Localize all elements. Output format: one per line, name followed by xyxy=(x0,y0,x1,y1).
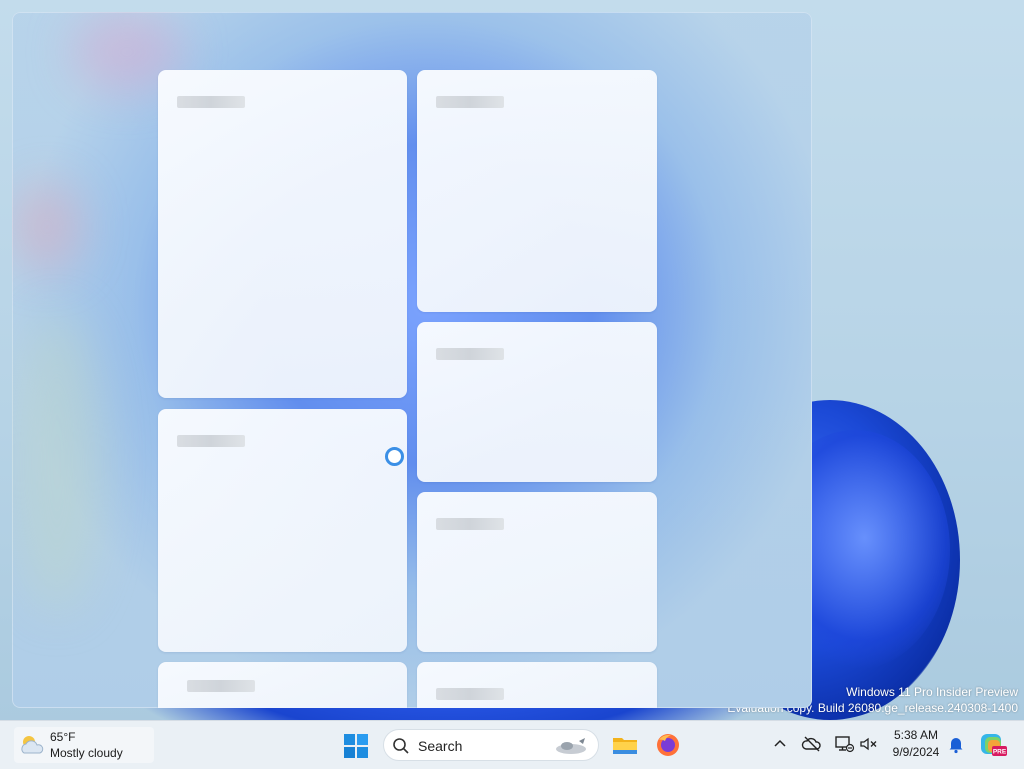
loading-spinner-icon xyxy=(385,447,404,466)
widget-card-loading[interactable] xyxy=(158,70,407,398)
widget-title-placeholder xyxy=(436,518,504,530)
weather-temperature: 65°F xyxy=(50,730,76,744)
weather-condition: Mostly cloudy xyxy=(50,746,123,760)
search-icon xyxy=(393,738,409,754)
widget-card-loading[interactable] xyxy=(417,662,657,708)
taskbar: 65°F Mostly cloudy Search 5:38 AM 9/9/20… xyxy=(0,720,1024,769)
search-box[interactable]: Search xyxy=(383,729,599,761)
widget-card-loading[interactable] xyxy=(158,662,407,708)
windows-logo-icon xyxy=(344,734,368,758)
partly-cloudy-icon xyxy=(21,736,44,754)
start-button[interactable] xyxy=(341,731,371,761)
network-button[interactable] xyxy=(833,733,855,755)
widget-title-placeholder xyxy=(436,96,504,108)
firefox-icon xyxy=(657,734,679,756)
widget-title-placeholder xyxy=(177,96,245,108)
widget-card-loading[interactable] xyxy=(417,492,657,652)
widget-card-loading[interactable] xyxy=(417,322,657,482)
clock-date: 9/9/2024 xyxy=(892,745,940,759)
bell-icon xyxy=(949,738,963,754)
file-explorer-button[interactable] xyxy=(610,730,640,760)
volume-button[interactable] xyxy=(858,733,880,755)
copilot-badge-label: PRE xyxy=(993,749,1007,756)
widget-card-loading[interactable] xyxy=(158,409,407,652)
search-placeholder: Search xyxy=(418,738,463,754)
show-hidden-icons-button[interactable] xyxy=(769,733,791,755)
chevron-up-icon xyxy=(774,739,786,747)
widget-title-placeholder xyxy=(177,435,245,447)
clock-time: 5:38 AM xyxy=(893,728,939,742)
network-disconnected-icon xyxy=(835,736,855,753)
widget-title-placeholder xyxy=(436,688,504,700)
widget-title-placeholder xyxy=(187,680,255,692)
firefox-button[interactable] xyxy=(653,730,683,760)
panel-blur-blob xyxy=(12,182,82,272)
widget-title-placeholder xyxy=(436,348,504,360)
desktop: Windows 11 Pro Insider Preview Evaluatio… xyxy=(0,0,1024,720)
copilot-button[interactable]: PRE xyxy=(979,731,1007,759)
panel-blur-blob xyxy=(12,312,102,612)
onedrive-button[interactable] xyxy=(801,733,823,755)
widgets-panel xyxy=(12,12,812,708)
copilot-icon: PRE xyxy=(981,734,1007,756)
widget-card-loading[interactable] xyxy=(417,70,657,312)
clock-button[interactable]: 5:38 AM 9/9/2024 xyxy=(886,727,946,761)
folder-icon xyxy=(613,738,637,754)
speaker-muted-icon xyxy=(860,737,877,751)
notifications-button[interactable] xyxy=(945,733,967,755)
search-highlight-icon xyxy=(556,738,586,754)
weather-widget-button[interactable]: 65°F Mostly cloudy xyxy=(14,727,154,763)
cloud-offline-icon xyxy=(801,736,821,752)
